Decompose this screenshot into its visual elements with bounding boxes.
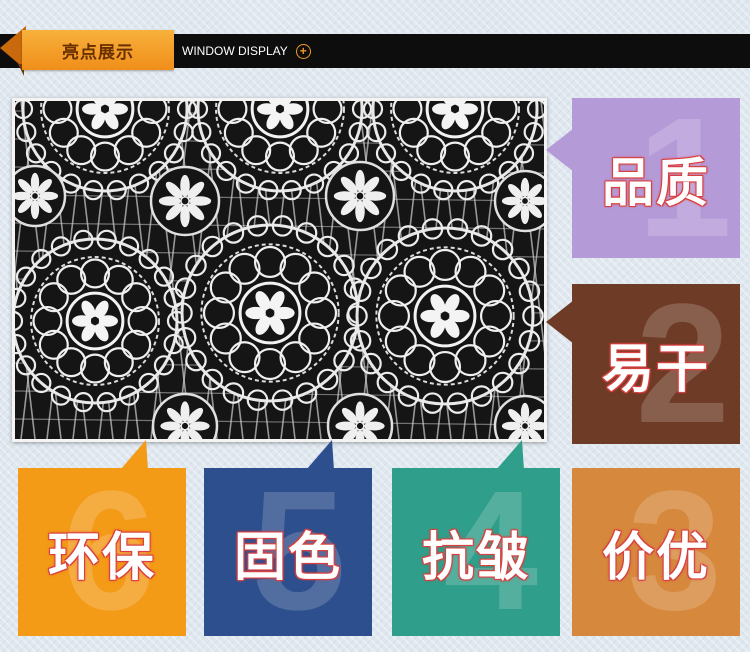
section-title: 亮点展示 xyxy=(22,30,174,70)
feature-label: 价优 xyxy=(601,527,710,588)
lace-photo xyxy=(12,98,547,442)
tile-pointer xyxy=(306,440,334,470)
feature-tile-quality: 1 品质 xyxy=(572,98,740,258)
tile-pointer xyxy=(546,128,574,172)
feature-label: 易干 xyxy=(601,339,710,400)
feature-label: 抗皱 xyxy=(421,527,530,588)
lace-pattern xyxy=(15,101,544,439)
feature-tile-good-price: 3 价优 xyxy=(572,468,740,636)
tile-pointer xyxy=(496,440,524,470)
feature-label: 环保 xyxy=(47,527,156,588)
feature-tile-colorfast: 5 固色 xyxy=(204,468,372,636)
feature-label: 品质 xyxy=(601,153,710,214)
feature-tile-quick-dry: 2 易干 xyxy=(572,284,740,444)
section-subtitle: WINDOW DISPLAY xyxy=(182,44,288,58)
feature-tile-anti-wrinkle: 4 抗皱 xyxy=(392,468,560,636)
feature-label: 固色 xyxy=(233,527,342,588)
section-subtitle-group: WINDOW DISPLAY + xyxy=(182,34,311,68)
tile-pointer xyxy=(120,440,148,470)
tile-pointer xyxy=(546,300,574,344)
plus-circle-icon[interactable]: + xyxy=(295,43,311,59)
feature-tile-eco: 6 环保 xyxy=(18,468,186,636)
